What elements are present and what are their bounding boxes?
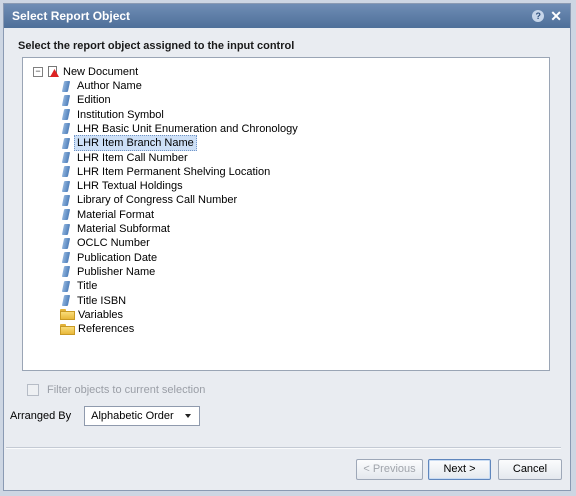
tree-item-label: LHR Basic Unit Enumeration and Chronolog… xyxy=(77,122,298,135)
folder-icon xyxy=(60,323,75,335)
filter-checkbox[interactable] xyxy=(27,384,39,396)
dimension-icon xyxy=(61,237,71,249)
tree-item-label: Publisher Name xyxy=(77,265,156,278)
dimension-icon xyxy=(61,152,71,163)
prompt-label: Select the report object assigned to the… xyxy=(18,40,295,52)
footer-divider xyxy=(6,447,561,449)
tree-item[interactable]: References xyxy=(60,322,134,336)
tree-item-label: Material Format xyxy=(77,208,155,221)
dimension-icon xyxy=(61,280,71,292)
arranged-by-select[interactable]: Alphabetic Order xyxy=(84,406,201,426)
tree-item[interactable]: LHR Item Call Number xyxy=(61,151,188,165)
dimension-icon xyxy=(61,109,71,121)
dimension-icon xyxy=(61,223,71,235)
cancel-button[interactable]: Cancel xyxy=(498,459,562,480)
tree-item[interactable]: Variables xyxy=(60,308,123,322)
folder-icon xyxy=(60,309,75,321)
tree-item-label: References xyxy=(78,323,135,336)
dimension-icon xyxy=(61,166,71,178)
dimension-icon xyxy=(61,295,71,306)
previous-button[interactable]: < Previous xyxy=(356,459,423,480)
tree-item-label: LHR Textual Holdings xyxy=(77,180,183,193)
tree-item[interactable]: Material Format xyxy=(61,208,155,222)
tree-item-label: LHR Item Call Number xyxy=(77,151,188,164)
dialog-title: Select Report Object xyxy=(12,9,131,23)
help-icon[interactable]: ? xyxy=(532,10,545,22)
tree-item[interactable]: Material Subformat xyxy=(61,222,170,236)
tree-item-label: Edition xyxy=(77,94,111,107)
tree-item[interactable]: LHR Item Permanent Shelving Location xyxy=(61,165,271,179)
dimension-icon xyxy=(61,123,71,135)
dimension-icon xyxy=(61,180,71,192)
tree-item-label: Title xyxy=(77,280,98,293)
dimension-icon xyxy=(61,137,71,149)
dimension-icon xyxy=(61,94,71,106)
tree-item[interactable]: LHR Basic Unit Enumeration and Chronolog… xyxy=(61,122,298,136)
tree-item-label: OCLC Number xyxy=(77,237,150,250)
dimension-icon xyxy=(61,80,71,92)
filter-label: Filter objects to current selection xyxy=(47,384,206,396)
document-icon xyxy=(47,66,59,78)
tree-item[interactable]: Institution Symbol xyxy=(61,108,164,122)
tree-item[interactable]: Author Name xyxy=(61,79,142,93)
tree-item[interactable]: LHR Textual Holdings xyxy=(61,179,183,193)
arranged-by-value: Alphabetic Order xyxy=(91,410,174,422)
tree-item-label: Institution Symbol xyxy=(77,108,164,121)
report-object-tree[interactable]: − New Document Author Name Edition Institu… xyxy=(22,57,550,371)
tree-item[interactable]: OCLC Number xyxy=(61,236,150,250)
tree-item[interactable]: Edition xyxy=(61,93,111,107)
tree-item[interactable]: LHR Item Branch Name xyxy=(61,135,197,152)
tree-item-label: Publication Date xyxy=(77,251,158,264)
arranged-by-label: Arranged By xyxy=(10,410,72,422)
tree-item-label: Title ISBN xyxy=(77,294,127,307)
tree-item-label-selected: LHR Item Branch Name xyxy=(74,135,197,152)
dimension-icon xyxy=(61,252,71,264)
tree-item[interactable]: Library of Congress Call Number xyxy=(61,193,238,207)
tree-item[interactable]: Title xyxy=(61,279,98,293)
tree-item-label: Material Subformat xyxy=(77,223,170,235)
tree-item-label: Author Name xyxy=(77,80,142,92)
tree-item-label: Variables xyxy=(78,308,124,321)
tree-item[interactable]: Publication Date xyxy=(61,251,158,265)
dropdown-arrow-icon[interactable] xyxy=(185,414,192,418)
filter-option: Filter objects to current selection xyxy=(27,384,205,396)
dialog-titlebar: Select Report Object ? ✕ xyxy=(4,4,570,28)
arranged-by-row: Arranged By Alphabetic Order xyxy=(10,406,201,426)
close-icon[interactable]: ✕ xyxy=(550,9,562,23)
tree-node-root[interactable]: − New Document xyxy=(33,65,138,79)
tree-item[interactable]: Publisher Name xyxy=(61,265,156,279)
collapse-toggle-icon[interactable]: − xyxy=(33,67,43,77)
tree-item-label: Library of Congress Call Number xyxy=(77,194,238,207)
tree-item-label: LHR Item Permanent Shelving Location xyxy=(77,165,271,178)
tree-node-label: New Document xyxy=(63,66,139,78)
titlebar-controls: ? ✕ xyxy=(532,4,562,28)
tree-item[interactable]: Title ISBN xyxy=(61,294,127,308)
dimension-icon xyxy=(61,266,71,278)
dimension-icon xyxy=(61,209,71,221)
next-button[interactable]: Next > xyxy=(428,459,491,480)
dimension-icon xyxy=(61,194,71,206)
